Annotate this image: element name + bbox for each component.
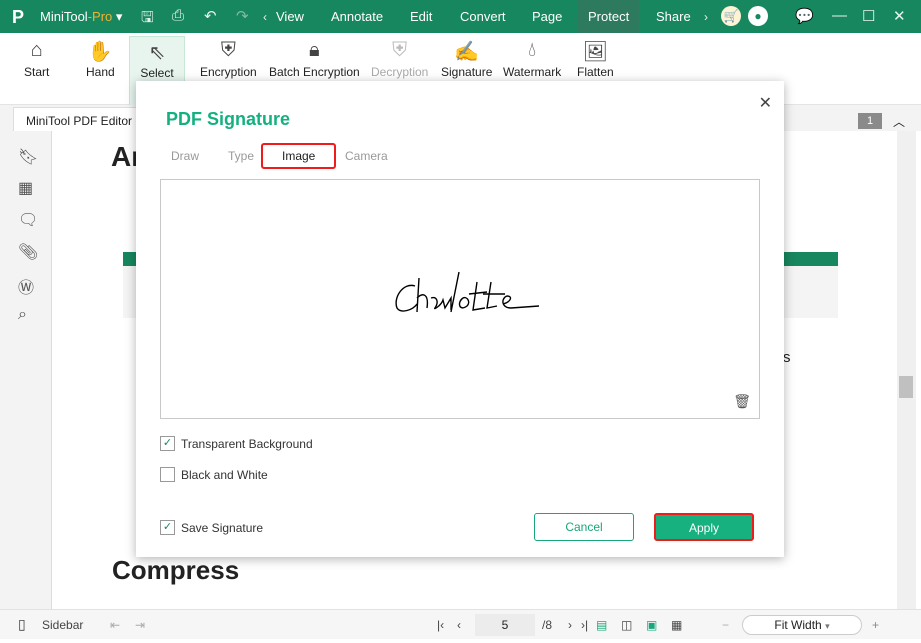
thumbnails-icon[interactable]: ▦ (18, 178, 33, 198)
cancel-button[interactable]: Cancel (534, 513, 634, 541)
shield-lock-icon: ⛨ (220, 39, 236, 61)
menu-convert[interactable]: Convert (460, 9, 506, 24)
single-page-icon[interactable]: ▤ (596, 618, 607, 632)
page-number-input[interactable]: 5 (475, 614, 535, 636)
sidebar-toggle[interactable]: Sidebar (42, 618, 83, 632)
grid-view-icon[interactable]: ▦ (671, 618, 682, 632)
scroll-right-icon[interactable]: › (704, 10, 708, 24)
doc-heading: Compress (112, 555, 240, 585)
scrollbar-thumb[interactable] (899, 376, 913, 398)
maximize-icon[interactable]: ☐ (862, 7, 875, 25)
doc-image (775, 252, 838, 318)
comments-icon[interactable]: 🗨 (18, 210, 38, 230)
scroll-left-icon[interactable]: ‹ (263, 10, 267, 24)
menu-protect[interactable]: Protect (578, 0, 640, 33)
attachment-icon[interactable]: 📎︎ (18, 242, 38, 262)
undo-icon[interactable]: ↶ (204, 7, 217, 25)
left-toolbar: 🔖︎ ▦ 🗨 📎︎ Ⓦ ⌕ (0, 131, 52, 609)
prev-page-icon[interactable]: ‹ (457, 618, 461, 632)
search-icon[interactable]: ⌕ (18, 306, 27, 324)
checkbox-unchecked[interactable] (160, 467, 175, 482)
dialog-title: PDF Signature (166, 109, 291, 129)
signature-icon: ✍ (454, 41, 480, 63)
redo-icon[interactable]: ↷ (236, 7, 249, 25)
page-total: /8 (542, 618, 553, 632)
tab-type[interactable]: Type (228, 149, 254, 163)
forward-icon[interactable]: ⇥ (135, 618, 145, 632)
hand-icon: ✋ (87, 41, 113, 63)
apply-button[interactable]: Apply (654, 513, 754, 541)
transparent-background-checkbox[interactable]: ✓ Transparent Background (160, 436, 313, 451)
watermark-button[interactable]: 💧︎ Watermark (503, 39, 561, 79)
tab-image[interactable]: Image (261, 143, 337, 169)
app-name[interactable]: MiniTool-Pro ▾ (40, 9, 122, 25)
close-window-icon[interactable]: ✕ (893, 7, 906, 25)
zoom-select[interactable]: Fit Width ▾ (742, 615, 862, 635)
cursor-icon: ⇖ (148, 42, 166, 64)
pdf-signature-dialog: PDF Signature ✕ Draw Type Image Camera 🗑… (136, 81, 784, 557)
lock-icon: 🔒︎ (309, 39, 320, 61)
menu-annotate[interactable]: Annotate (331, 9, 383, 24)
app-logo: P (12, 7, 25, 27)
close-icon[interactable]: ✕ (759, 93, 772, 113)
watermark-icon: 💧︎ (528, 39, 537, 61)
start-button[interactable]: ⌂ Start (24, 39, 49, 79)
menu-edit[interactable]: Edit (410, 9, 432, 24)
menu-page[interactable]: Page (532, 9, 562, 24)
chevron-down-icon: ▾ (825, 621, 830, 631)
shield-key-icon: ⛨ (392, 39, 408, 61)
next-page-icon[interactable]: › (568, 618, 572, 632)
feedback-icon[interactable]: 💬 (795, 7, 814, 25)
signature-image (395, 271, 540, 313)
signature-button[interactable]: ✍ Signature (441, 39, 492, 79)
print-icon[interactable]: ⎙ (172, 7, 184, 24)
back-icon[interactable]: ⇤ (110, 618, 120, 632)
last-page-icon[interactable]: ›| (581, 618, 588, 632)
continuous-icon[interactable]: ▣ (646, 618, 657, 632)
first-page-icon[interactable]: |‹ (437, 618, 444, 632)
flatten-button[interactable]: 🖼︎ Flatten (577, 39, 614, 79)
cart-icon[interactable]: 🛒 (721, 6, 741, 26)
collapse-icon[interactable]: ︿ (893, 113, 905, 130)
tab-draw[interactable]: Draw (171, 149, 199, 163)
tab-camera[interactable]: Camera (345, 149, 388, 163)
zoom-out-icon[interactable]: − (722, 618, 729, 632)
two-page-icon[interactable]: ◫ (621, 618, 632, 632)
minimize-icon[interactable]: — (832, 7, 847, 24)
flatten-icon: 🖼︎ (582, 41, 609, 63)
checkbox-checked[interactable]: ✓ (160, 520, 175, 535)
home-icon: ⌂ (30, 39, 43, 61)
save-icon[interactable]: 🖫 (141, 7, 154, 32)
batch-encryption-button[interactable]: 🔒︎ Batch Encryption (269, 39, 360, 79)
status-bar: ▯ Sidebar ⇤ ⇥ |‹ ‹ 5 /8 › ›| ▤ ◫ ▣ ▦ − F… (0, 609, 921, 639)
black-and-white-checkbox[interactable]: Black and White (160, 467, 268, 482)
trash-icon[interactable]: 🗑︎ (733, 393, 751, 410)
signature-canvas[interactable]: 🗑︎ (160, 179, 760, 419)
document-tab[interactable]: MiniTool PDF Editor U (13, 107, 153, 131)
decryption-button[interactable]: ⛨ Decryption (371, 39, 428, 79)
checkbox-checked[interactable]: ✓ (160, 436, 175, 451)
menu-view[interactable]: View (276, 9, 304, 24)
hand-button[interactable]: ✋ Hand (86, 39, 115, 79)
menu-share[interactable]: Share (656, 9, 691, 24)
word-icon[interactable]: Ⓦ (18, 274, 34, 298)
user-icon[interactable]: ● (748, 6, 768, 26)
bookmark-icon[interactable]: 🔖︎ (18, 147, 38, 167)
encryption-button[interactable]: ⛨ Encryption (200, 39, 257, 79)
vertical-scrollbar[interactable] (897, 131, 916, 609)
title-bar: P MiniTool-Pro ▾ 🖫 ⎙ ↶ ↷ ‹ View Annotate… (0, 0, 921, 33)
zoom-in-icon[interactable]: + (872, 618, 879, 632)
page-badge: 1 (858, 113, 882, 129)
save-signature-checkbox[interactable]: ✓ Save Signature (160, 520, 263, 535)
sidebar-icon[interactable]: ▯ (18, 616, 26, 633)
